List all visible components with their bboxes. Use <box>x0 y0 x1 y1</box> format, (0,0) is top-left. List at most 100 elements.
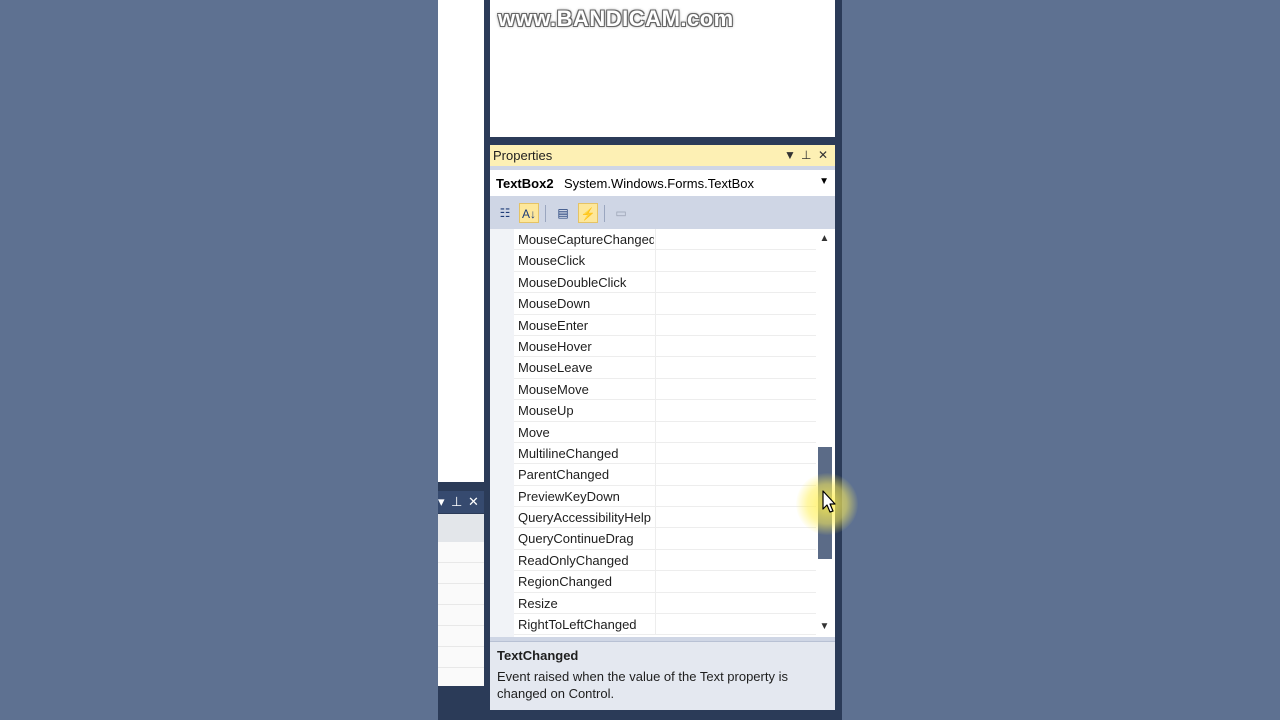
event-name: Resize <box>518 595 558 611</box>
form-designer-area: www.BANDICAM.com <box>490 0 835 137</box>
toolbar-separator <box>604 205 605 222</box>
event-handler-value[interactable] <box>655 592 816 614</box>
list-item[interactable] <box>438 542 484 563</box>
event-name: Move <box>518 424 550 440</box>
events-lightning-icon[interactable]: ⚡ <box>578 203 598 223</box>
event-handler-value[interactable] <box>655 549 816 571</box>
event-handler-value[interactable] <box>655 378 816 400</box>
event-name: MouseMove <box>518 381 589 397</box>
event-name: MouseUp <box>518 403 574 419</box>
event-row[interactable]: Resize <box>514 592 816 615</box>
event-name: MouseDown <box>518 296 591 312</box>
event-handler-value[interactable] <box>655 507 816 529</box>
event-name: MouseClick <box>518 253 586 269</box>
event-name: RegionChanged <box>518 574 612 590</box>
event-name: QueryContinueDrag <box>518 531 634 547</box>
event-name: ParentChanged <box>518 467 610 483</box>
panel-title: Properties <box>493 148 553 163</box>
event-handler-value[interactable] <box>655 614 816 636</box>
left-panel-area <box>438 0 484 482</box>
event-row[interactable]: QueryContinueDrag <box>514 528 816 550</box>
event-name: ReadOnlyChanged <box>518 552 629 568</box>
left-panel-list <box>438 514 484 689</box>
event-handler-value[interactable] <box>655 571 816 593</box>
property-grid: MouseCaptureChanged MouseClick MouseDoub… <box>490 229 835 637</box>
list-item[interactable] <box>438 584 484 605</box>
list-item[interactable] <box>438 563 484 584</box>
properties-toolbar: ☷ A↓ ▤ ⚡ ▭ <box>490 200 835 227</box>
dropdown-arrow-icon[interactable]: ▼ <box>819 176 829 187</box>
event-name: MultilineChanged <box>518 445 619 461</box>
event-handler-value[interactable] <box>655 357 816 379</box>
event-handler-value[interactable] <box>655 271 816 293</box>
event-row[interactable]: MouseClick <box>514 250 816 272</box>
object-name: TextBox2 <box>496 176 554 191</box>
scroll-down-icon[interactable]: ▼ <box>816 619 833 635</box>
property-pages-icon[interactable]: ▭ <box>611 203 631 223</box>
scroll-up-icon[interactable]: ▲ <box>816 231 833 247</box>
list-item[interactable] <box>438 647 484 668</box>
list-header <box>438 514 484 542</box>
event-row[interactable]: MouseEnter <box>514 314 816 336</box>
event-name: RightToLeftChanged <box>518 617 637 633</box>
event-handler-value[interactable] <box>655 335 816 357</box>
properties-icon[interactable]: ▤ <box>553 203 573 223</box>
categorized-icon[interactable]: ☷ <box>495 203 515 223</box>
event-row[interactable]: MouseDoubleClick <box>514 271 816 294</box>
close-icon[interactable]: ✕ <box>468 494 479 510</box>
event-row[interactable]: MouseLeave <box>514 357 816 379</box>
properties-panel: Properties ▼ ⊥ ✕ TextBox2 System.Windows… <box>490 145 835 710</box>
event-name: PreviewKeyDown <box>518 488 620 504</box>
pin-icon[interactable]: ⊥ <box>801 147 811 163</box>
event-handler-value[interactable] <box>655 485 816 507</box>
event-name: QueryAccessibilityHelp <box>518 510 651 526</box>
event-row[interactable]: QueryAccessibilityHelp <box>514 507 816 529</box>
event-name: MouseEnter <box>518 317 589 333</box>
properties-titlebar: Properties ▼ ⊥ ✕ <box>490 145 835 166</box>
left-panel-titlebar: ▾ ⊥ ✕ <box>438 491 484 513</box>
list-item[interactable] <box>438 626 484 647</box>
description-text: Event raised when the value of the Text … <box>497 669 788 701</box>
grid-gutter <box>490 229 514 637</box>
event-row[interactable]: MouseMove <box>514 378 816 401</box>
pin-icon[interactable]: ⊥ <box>451 494 462 510</box>
watermark: www.BANDICAM.com <box>498 6 734 31</box>
chevron-down-icon[interactable]: ▾ <box>438 494 445 510</box>
event-handler-value[interactable] <box>655 421 816 443</box>
event-handler-value[interactable] <box>655 400 816 422</box>
event-row[interactable]: MouseCaptureChanged <box>514 229 816 251</box>
event-row[interactable]: MultilineChanged <box>514 442 816 465</box>
event-handler-value[interactable] <box>655 293 816 315</box>
event-row[interactable]: MouseDown <box>514 293 816 315</box>
left-panel-footer <box>438 686 484 720</box>
event-handler-value[interactable] <box>655 314 816 336</box>
ide-window: ▾ ⊥ ✕ www.BANDICAM.com Properties ▼ ⊥ ✕ … <box>438 0 842 720</box>
vertical-scrollbar[interactable]: ▲ ▼ <box>816 229 833 637</box>
event-name: MouseCaptureChanged <box>518 232 654 247</box>
sort-alphabetical-icon[interactable]: A↓ <box>519 203 539 223</box>
description-title: TextChanged <box>497 648 579 663</box>
event-row[interactable]: ParentChanged <box>514 464 816 486</box>
event-handler-value[interactable] <box>655 229 816 250</box>
object-type: System.Windows.Forms.TextBox <box>564 176 754 191</box>
mouse-pointer-icon <box>822 490 836 513</box>
event-handler-value[interactable] <box>655 250 816 272</box>
close-icon[interactable]: ✕ <box>818 147 828 163</box>
event-row[interactable]: Move <box>514 421 816 443</box>
event-row[interactable]: MouseUp <box>514 400 816 422</box>
list-item[interactable] <box>438 605 484 626</box>
event-name: MouseLeave <box>518 360 593 376</box>
event-row[interactable]: RegionChanged <box>514 571 816 593</box>
event-handler-value[interactable] <box>655 442 816 464</box>
chevron-down-icon[interactable]: ▼ <box>784 147 796 163</box>
event-row[interactable]: PreviewKeyDown <box>514 485 816 508</box>
event-row[interactable]: MouseHover <box>514 335 816 358</box>
toolbar-separator <box>545 205 546 222</box>
event-name: MouseHover <box>518 338 592 354</box>
object-selector[interactable]: TextBox2 System.Windows.Forms.TextBox ▼ <box>490 170 835 196</box>
description-pane: TextChanged Event raised when the value … <box>490 641 835 710</box>
event-handler-value[interactable] <box>655 528 816 550</box>
event-row[interactable]: RightToLeftChanged <box>514 614 816 636</box>
event-row[interactable]: ReadOnlyChanged <box>514 549 816 572</box>
event-handler-value[interactable] <box>655 464 816 486</box>
